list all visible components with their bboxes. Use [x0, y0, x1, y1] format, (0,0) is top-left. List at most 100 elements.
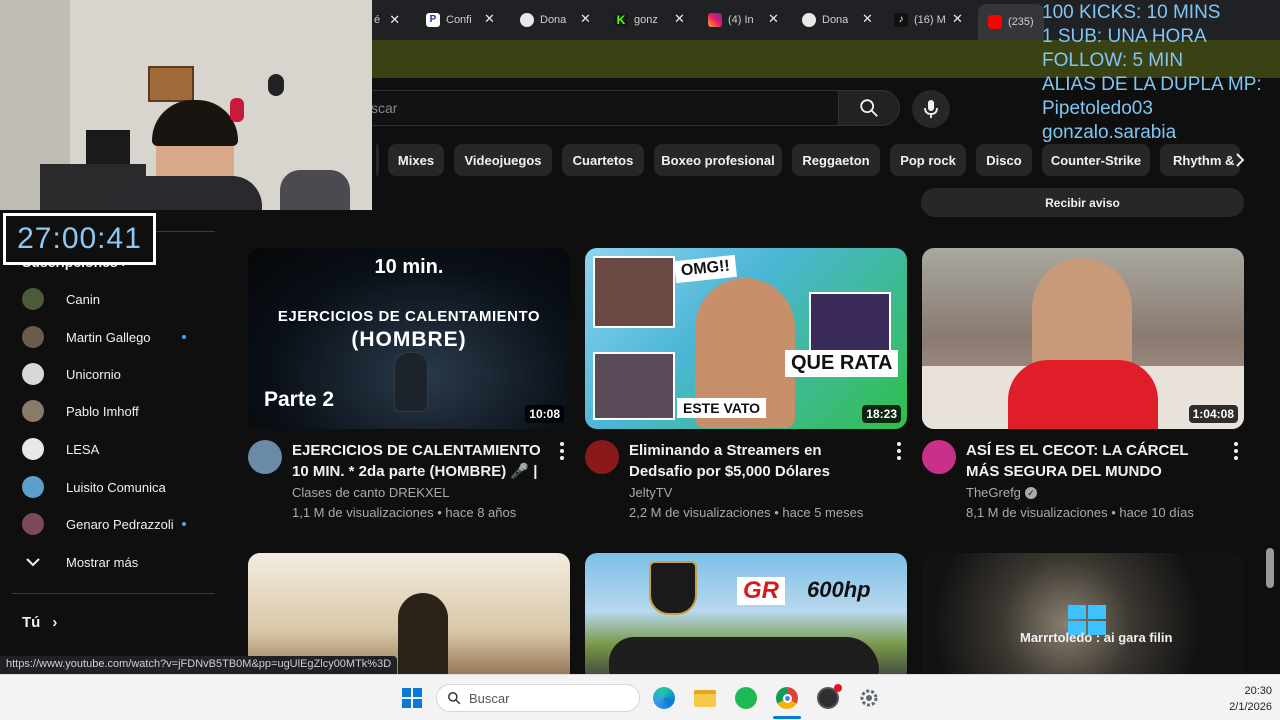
more-actions-icon[interactable]: [556, 442, 568, 462]
close-icon[interactable]: ✕: [862, 11, 873, 27]
browser-tab[interactable]: é ✕: [374, 8, 400, 32]
video-title[interactable]: ASÍ ES EL CECOT: LA CÁRCEL MÁS SEGURA DE…: [966, 440, 1220, 482]
file-explorer-icon[interactable]: [693, 686, 717, 710]
obs-icon[interactable]: [816, 684, 842, 710]
notify-button[interactable]: Recibir aviso: [921, 188, 1244, 217]
voice-search-button[interactable]: [912, 90, 950, 128]
thumb-text: Parte 2: [264, 388, 335, 411]
thumb-inset: [593, 256, 675, 328]
video-card[interactable]: 1:04:08 ASÍ ES EL CECOT: LA CÁRCEL MÁS S…: [922, 248, 1244, 528]
windows-start-icon[interactable]: [400, 686, 424, 710]
close-icon[interactable]: ✕: [580, 11, 591, 27]
spotify-icon[interactable]: [734, 686, 758, 710]
sidebar-item-martin-gallego[interactable]: Martin Gallego: [22, 325, 151, 349]
video-duration: 18:23: [862, 405, 901, 423]
video-duration: 1:04:08: [1188, 405, 1238, 423]
browser-tab[interactable]: P Confi: [426, 8, 472, 32]
channel-avatar[interactable]: [922, 440, 956, 474]
tab-label: (4) In: [728, 14, 754, 26]
active-app-indicator: [773, 716, 801, 719]
tab-label: (16) M: [914, 14, 946, 26]
edge-icon[interactable]: [652, 686, 676, 710]
browser-tab[interactable]: K gonz: [614, 8, 658, 32]
chip-disco[interactable]: Disco: [976, 144, 1032, 176]
browser-tab[interactable]: Dona: [520, 8, 566, 32]
video-title[interactable]: Eliminando a Streamers en Dedsafio por $…: [629, 440, 883, 482]
monitor: [86, 130, 130, 164]
channel-name[interactable]: Clases de canto DREKXEL: [292, 485, 450, 500]
chip-reggaeton[interactable]: Reggaeton: [792, 144, 880, 176]
windows-taskbar: [0, 674, 1280, 720]
search-input[interactable]: scar: [360, 90, 838, 126]
thumb-inset: [809, 292, 891, 354]
close-icon[interactable]: ✕: [389, 12, 400, 28]
browser-tab[interactable]: ♪ (16) M: [894, 8, 946, 32]
tiktok-icon: ♪: [894, 13, 908, 27]
thumb-silhouette: [398, 593, 448, 683]
browser-tab-active[interactable]: (235): [978, 4, 1044, 40]
more-actions-icon[interactable]: [1230, 442, 1242, 462]
chips-next-button[interactable]: [1226, 146, 1254, 174]
sidebar-item-unicornio[interactable]: Unicornio: [22, 362, 121, 386]
thumb-text: QUE RATA: [785, 350, 899, 377]
video-card[interactable]: OMG!! QUE RATA ESTE VATO 18:23 Eliminand…: [585, 248, 907, 528]
video-thumbnail[interactable]: OMG!! QUE RATA ESTE VATO 18:23: [585, 248, 907, 429]
video-thumbnail[interactable]: 1:04:08: [922, 248, 1244, 429]
sidebar-item-label: Luisito Comunica: [66, 479, 166, 495]
settings-gear-icon[interactable]: [857, 686, 881, 710]
thumb-text: 10 min.: [374, 256, 444, 278]
search-button[interactable]: [838, 90, 900, 126]
sidebar-item-lesa[interactable]: LESA: [22, 437, 99, 461]
more-actions-icon[interactable]: [893, 442, 905, 462]
new-content-dot: [182, 522, 186, 526]
overlay-line: Pipetoledo03: [1042, 98, 1153, 119]
video-meta: 2,2 M de visualizaciones • hace 5 meses: [629, 505, 864, 520]
chrome-icon[interactable]: [775, 686, 799, 710]
sidebar-item-canin[interactable]: Canin: [22, 287, 100, 311]
chip-videojuegos[interactable]: Videojuegos: [454, 144, 552, 176]
video-thumbnail[interactable]: GR 600hp: [585, 553, 907, 683]
close-icon[interactable]: ✕: [674, 11, 685, 27]
sidebar-divider: [12, 593, 215, 594]
browser-tab[interactable]: Dona: [802, 8, 848, 32]
scrollbar-thumb[interactable]: [1266, 548, 1274, 588]
chip-mixes[interactable]: Mixes: [388, 144, 444, 176]
tab-label: é: [374, 14, 381, 26]
overlay-line: 100 KICKS: 10 MINS: [1042, 2, 1221, 23]
video-thumbnail[interactable]: [922, 553, 1244, 683]
you-section-button[interactable]: Tú ›: [22, 614, 57, 631]
tab-label: Dona: [822, 14, 849, 26]
chip-cuartetos[interactable]: Cuartetos: [562, 144, 644, 176]
chip-counter-strike[interactable]: Counter-Strike: [1042, 144, 1150, 176]
browser-tab[interactable]: (4) In: [708, 8, 754, 32]
sidebar-item-label: Pablo Imhoff: [66, 403, 139, 419]
sidebar-item-pablo-imhoff[interactable]: Pablo Imhoff: [22, 399, 139, 423]
sidebar-item-label: Unicornio: [66, 366, 121, 382]
video-title[interactable]: EJERCICIOS DE CALENTAMIENTO 10 MIN. * 2d…: [292, 440, 546, 482]
video-thumbnail[interactable]: 10 min. EJERCICIOS DE CALENTAMIENTO (HOM…: [248, 248, 570, 429]
chip-pop-rock[interactable]: Pop rock: [890, 144, 966, 176]
donation-icon: [520, 13, 534, 27]
sidebar-item-luisito-comunica[interactable]: Luisito Comunica: [22, 475, 166, 499]
channel-name[interactable]: JeltyTV: [629, 485, 672, 500]
avatar: [22, 400, 44, 422]
system-clock[interactable]: 20:30 2/1/2026: [1200, 683, 1272, 715]
taskbar-search[interactable]: Buscar: [436, 684, 640, 712]
close-icon[interactable]: ✕: [952, 11, 963, 27]
channel-avatar[interactable]: [248, 440, 282, 474]
stream-overlay-text: 100 KICKS: 10 MINS 1 SUB: UNA HORA FOLLO…: [1042, 1, 1280, 145]
thumb-text: ESTE VATO: [677, 398, 767, 418]
chip-boxeo-profesional[interactable]: Boxeo profesional: [654, 144, 782, 176]
video-card[interactable]: 10 min. EJERCICIOS DE CALENTAMIENTO (HOM…: [248, 248, 570, 528]
show-more-label: Mostrar más: [66, 554, 139, 570]
search-placeholder: scar: [371, 100, 398, 116]
close-icon[interactable]: ✕: [768, 11, 779, 27]
sidebar-item-genaro-pedrazzoli[interactable]: Genaro Pedrazzoli: [22, 512, 174, 536]
sidebar-item-label: Canin: [66, 291, 100, 307]
show-more-button[interactable]: Mostrar más: [22, 550, 138, 574]
channel-avatar[interactable]: [585, 440, 619, 474]
channel-name[interactable]: TheGrefg ✓: [966, 485, 1037, 500]
sidebar-item-label: LESA: [66, 441, 100, 457]
close-icon[interactable]: ✕: [484, 11, 495, 27]
avatar: [22, 513, 44, 535]
